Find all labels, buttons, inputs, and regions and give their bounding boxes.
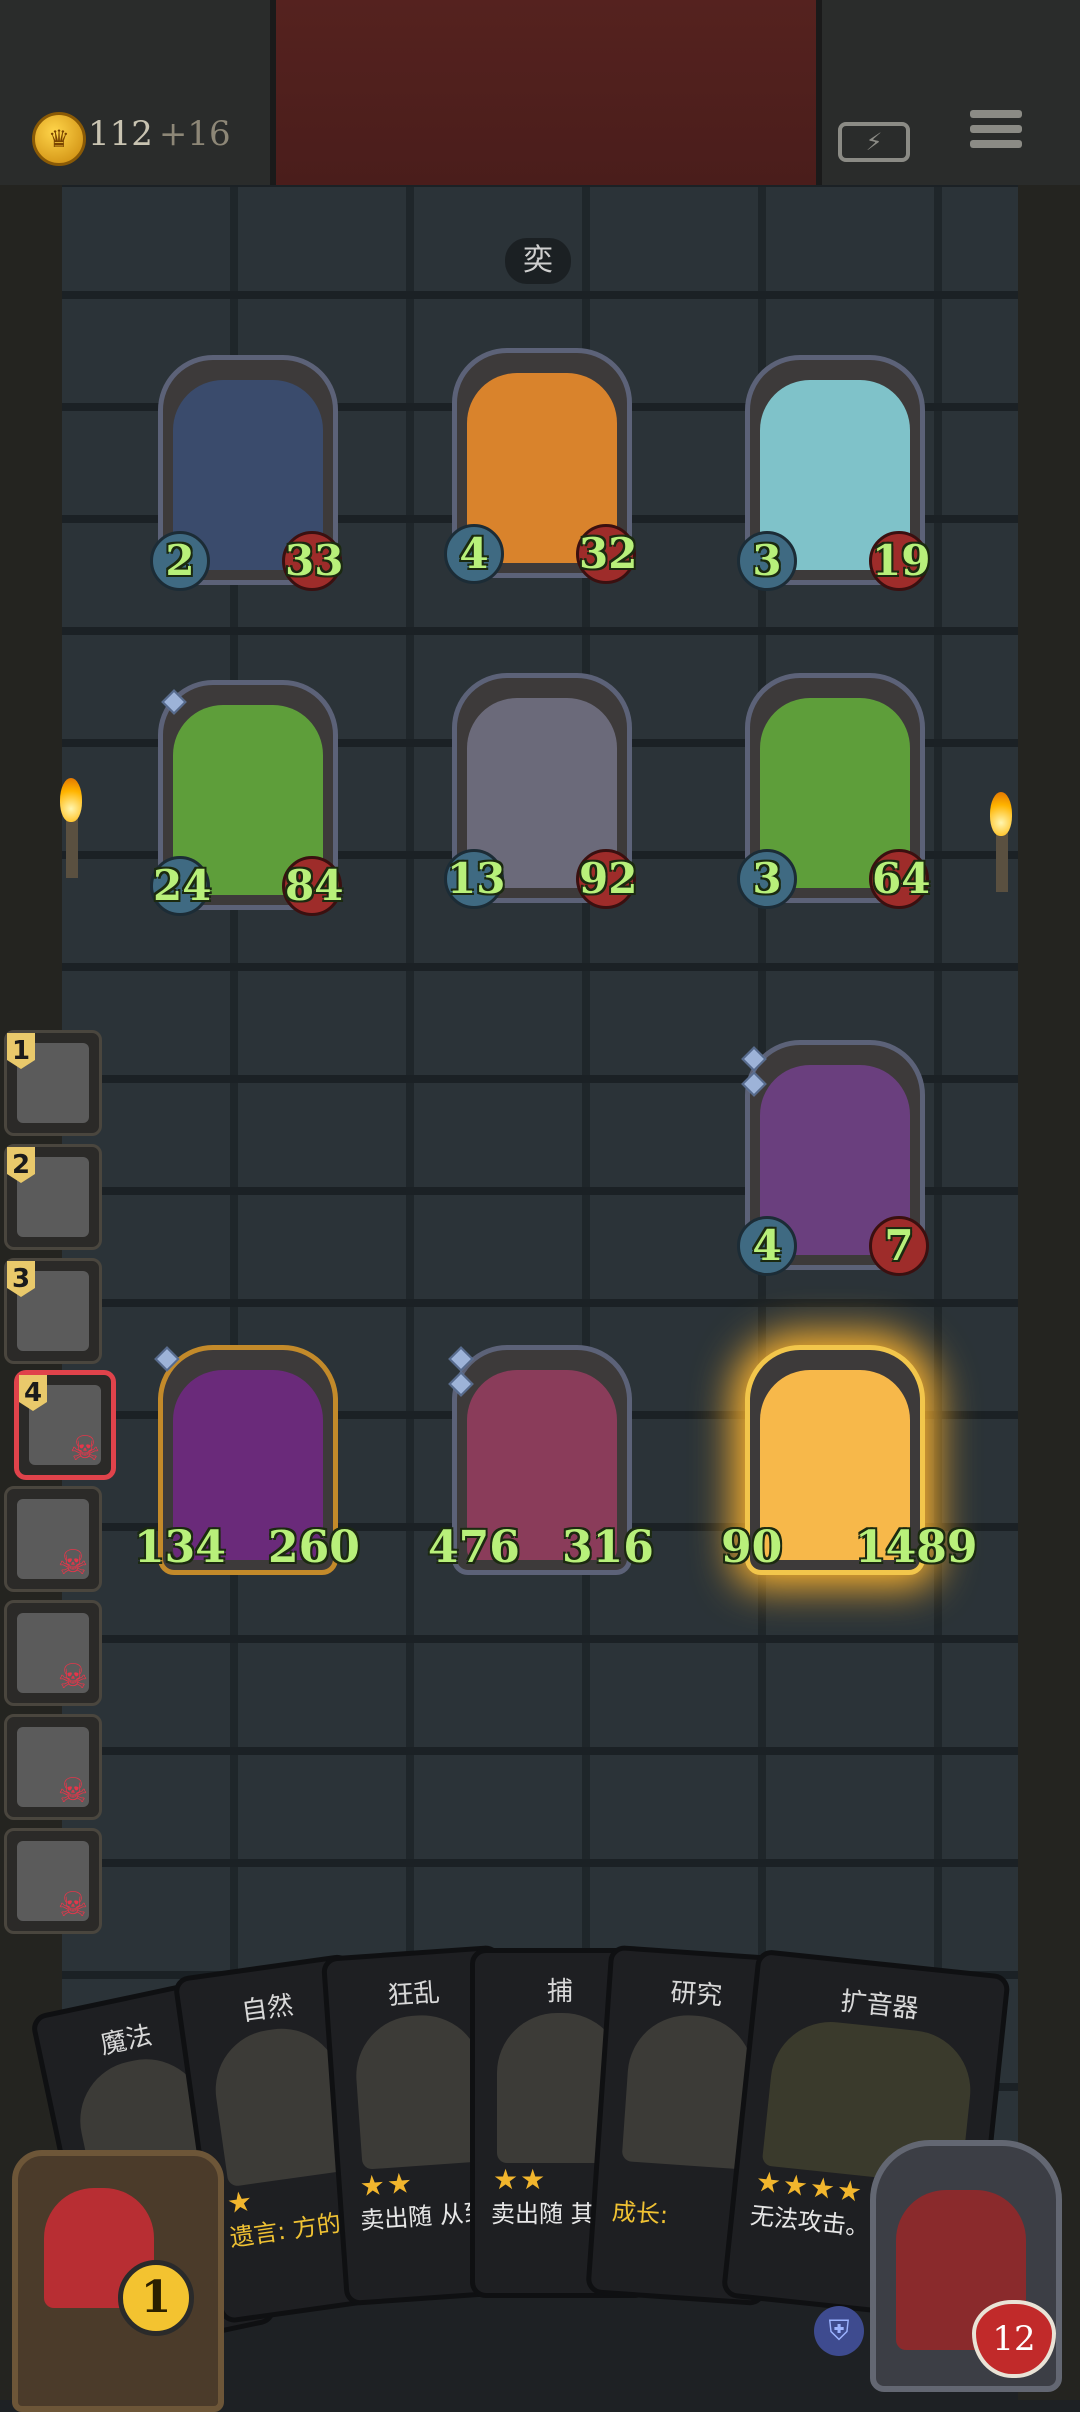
board-unit-leaf-sprout[interactable]: 3 64 <box>737 673 930 909</box>
unit-health: 7 <box>869 1216 929 1276</box>
unit-attack: 2 <box>150 531 210 591</box>
unit-attack: 4 <box>737 1216 797 1276</box>
board-unit-glowing-sprout[interactable]: 90 1489 <box>721 1345 977 1575</box>
unit-attack: 24 <box>150 856 211 916</box>
skull-icon: ☠ <box>57 1543 89 1583</box>
board-unit-elf-sorceress[interactable]: 2 33 <box>150 355 343 591</box>
torch-right <box>990 792 1012 892</box>
unit-attack: 4 <box>444 524 504 584</box>
skull-icon: ☠ <box>57 1885 89 1925</box>
unit-health: 84 <box>282 856 343 916</box>
skull-icon: ☠ <box>57 1657 89 1697</box>
opponent-slot[interactable]: ☠ <box>4 1600 102 1706</box>
opponent-slot[interactable]: ☠ <box>4 1486 102 1592</box>
card-stars: ★★ <box>493 2163 548 2196</box>
coin-counter: 112 +16 <box>88 114 231 154</box>
board-unit-elf-sorceress[interactable]: 47 <box>737 1040 929 1276</box>
opponent-slot[interactable]: 4 ☠ <box>16 1372 114 1478</box>
unit-attack: 3 <box>737 531 797 591</box>
opponent-slot[interactable]: 1 <box>4 1030 102 1136</box>
unit-attack: 90 <box>721 1522 783 1573</box>
card-art <box>352 2011 489 2170</box>
opponent-slot[interactable]: ☠ <box>4 1828 102 1934</box>
unit-attack: 13 <box>444 849 505 909</box>
unit-attack: 134 <box>134 1522 226 1573</box>
unit-health: 1489 <box>855 1522 978 1573</box>
menu-icon <box>970 110 1022 118</box>
opponent-slot[interactable]: 3 <box>4 1258 102 1364</box>
card-title: 扩音器 <box>839 1986 920 2025</box>
board-unit-fairy[interactable]: 3 19 <box>737 355 930 591</box>
unit-health: 316 <box>562 1522 654 1573</box>
board-unit-jester-clown[interactable]: 134 260 <box>134 1345 360 1575</box>
board-unit-leaf-sprout[interactable]: 24 84 <box>150 680 343 916</box>
card-stars: ★★ <box>358 2166 416 2203</box>
battery-charging-icon[interactable]: ⚡ <box>838 122 910 162</box>
shield-icon[interactable]: ⛨ <box>814 2306 864 2356</box>
opponent-slot[interactable]: ☠ <box>4 1714 102 1820</box>
round-label: 奕 <box>505 238 571 284</box>
curtain-banner <box>270 0 822 185</box>
torch-left <box>60 778 82 878</box>
unit-health: 33 <box>282 531 343 591</box>
wall-right <box>1018 185 1080 2400</box>
unit-health: 92 <box>576 849 637 909</box>
coin-income: +16 <box>158 114 231 154</box>
menu-button[interactable] <box>970 110 1022 162</box>
coin-amount: 112 <box>88 114 153 154</box>
board-unit-mushroom-beast[interactable]: 13 92 <box>444 673 637 909</box>
crown-coin-icon: ♛ <box>32 112 86 166</box>
opponent-slot[interactable]: 2 <box>4 1144 102 1250</box>
unit-attack: 3 <box>737 849 797 909</box>
cost-badge: 1 <box>118 2260 194 2336</box>
card-stars: ★ <box>224 2183 257 2221</box>
unit-health: 64 <box>869 849 930 909</box>
unit-health: 260 <box>268 1522 360 1573</box>
unit-health: 32 <box>576 524 637 584</box>
skull-icon: ☠ <box>57 1771 89 1811</box>
skull-icon: ☠ <box>69 1429 101 1469</box>
unit-attack: 476 <box>428 1522 520 1573</box>
unit-health: 19 <box>869 531 930 591</box>
board-unit-pumpkin-ghost[interactable]: 4 32 <box>444 348 637 584</box>
board-unit-grinning-imp[interactable]: 476 316 <box>428 1345 654 1575</box>
